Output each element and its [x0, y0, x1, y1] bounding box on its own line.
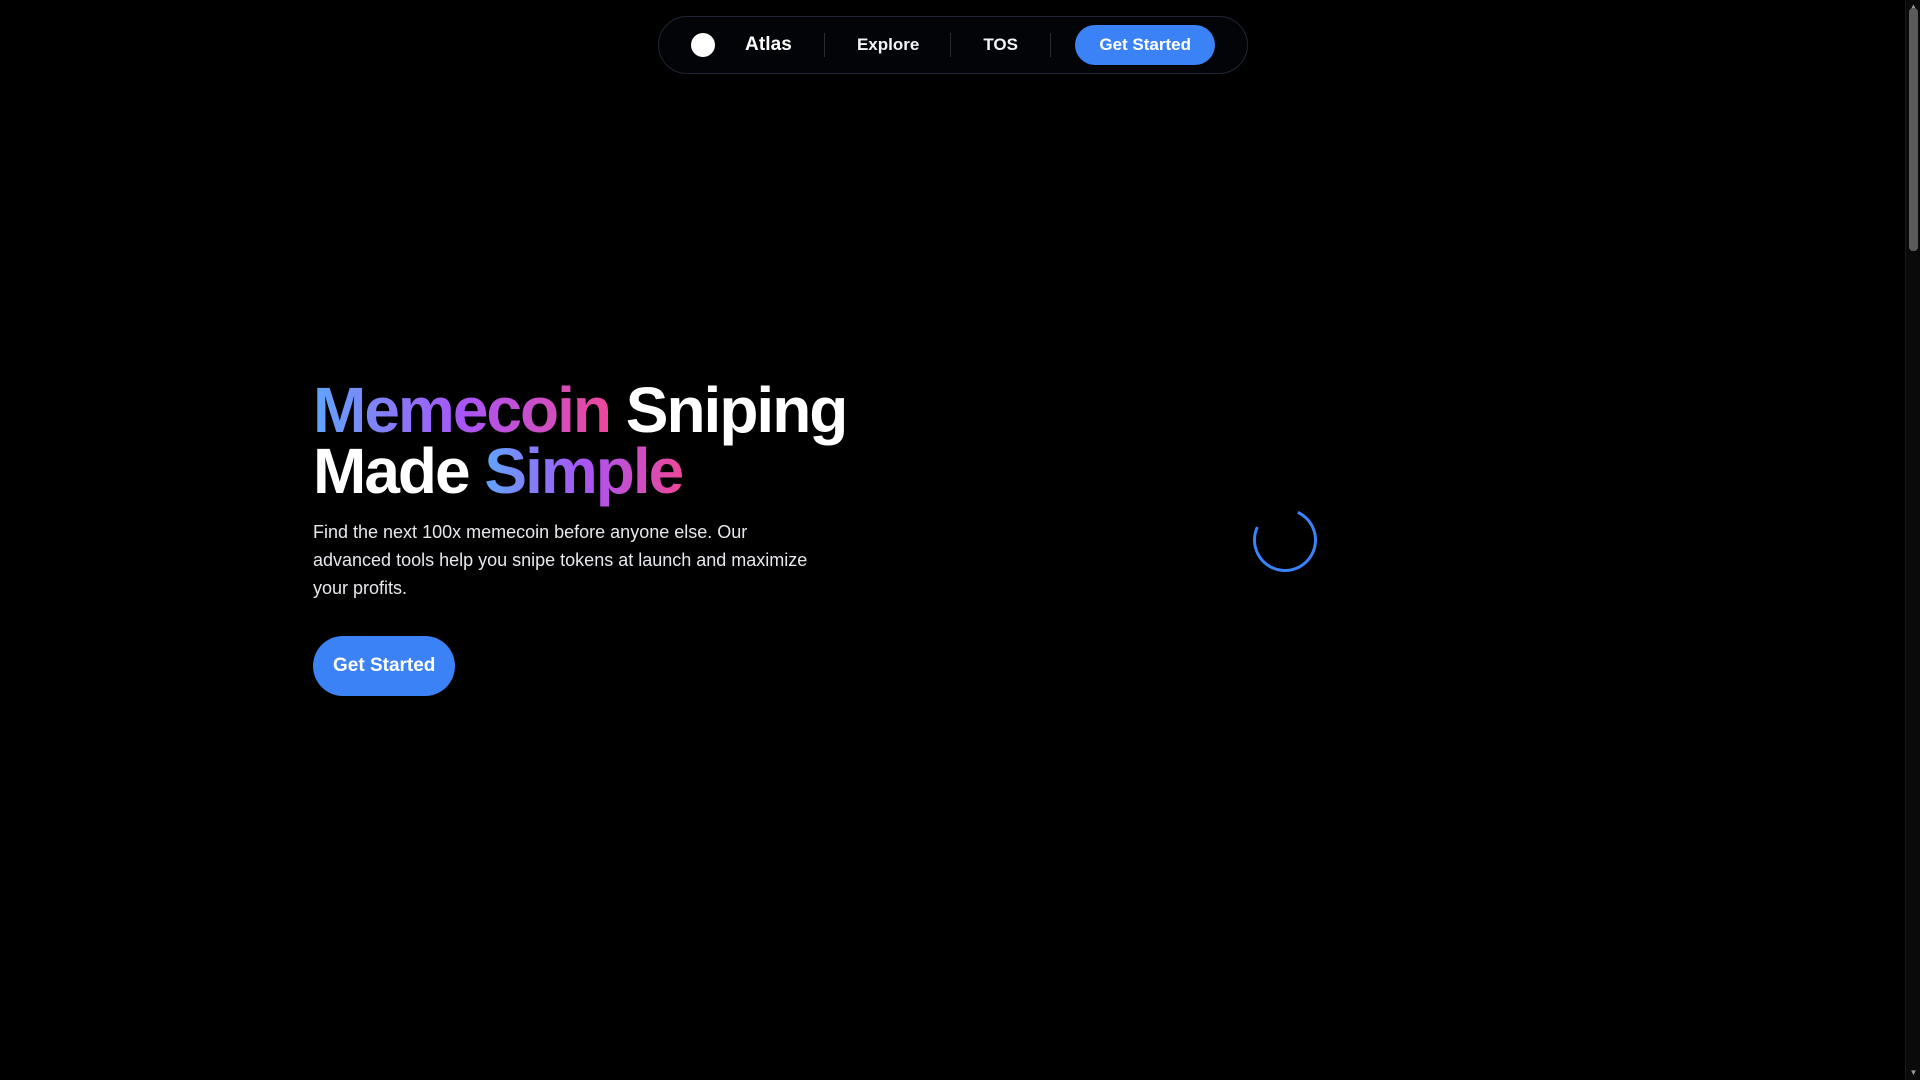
logo-icon[interactable]	[691, 33, 715, 57]
headline-made: Made	[313, 435, 471, 507]
hero-description: Find the next 100x memecoin before anyon…	[313, 522, 808, 598]
scroll-down-icon[interactable]: ▼	[1906, 1066, 1920, 1080]
nav-divider	[823, 33, 825, 57]
top-nav: Atlas Explore TOS Get Started	[658, 16, 1248, 74]
nav-divider	[1049, 33, 1051, 57]
nav-get-started-button[interactable]: Get Started	[1075, 25, 1215, 65]
page: Atlas Explore TOS Get Started Memecoin S…	[0, 0, 1920, 1080]
hero-headline: Memecoin Sniping Made Simple	[313, 378, 853, 503]
vertical-scrollbar[interactable]: ▲ ▼	[1905, 0, 1920, 1080]
hero-section: Memecoin Sniping Made Simple Find the ne…	[313, 378, 853, 696]
headline-simple: Simple	[484, 435, 684, 507]
scroll-thumb[interactable]	[1909, 8, 1918, 251]
nav-link-explore[interactable]: Explore	[857, 35, 919, 55]
loading-spinner-icon	[1243, 498, 1327, 582]
nav-link-tos[interactable]: TOS	[983, 35, 1018, 55]
hero-get-started-button[interactable]: Get Started	[313, 636, 456, 696]
brand-name[interactable]: Atlas	[745, 34, 792, 56]
nav-divider	[950, 33, 952, 57]
